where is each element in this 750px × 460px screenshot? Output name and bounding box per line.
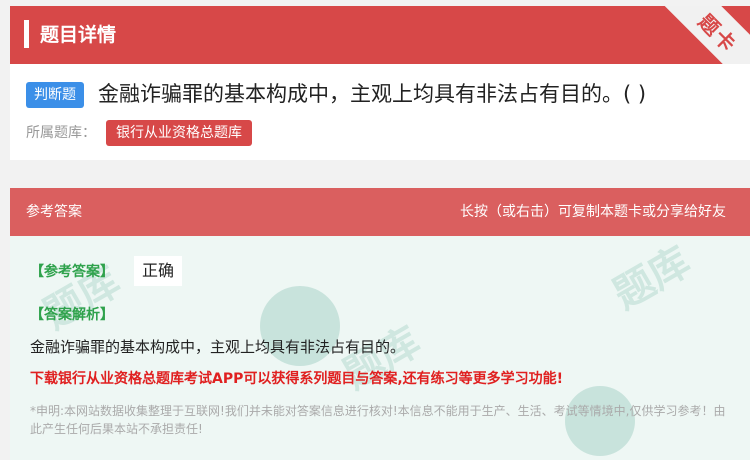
explanation-text: 金融诈骗罪的基本构成中，主观上均具有非法占有目的。: [30, 338, 406, 356]
answer-value: 正确: [134, 256, 183, 286]
corner-badge-label: 题卡: [693, 9, 742, 58]
share-hint: 长按（或右击）可复制本题卡或分享给好友: [460, 204, 726, 220]
question-type-tag: 判断题: [26, 82, 84, 108]
library-tag[interactable]: 银行从业资格总题库: [106, 120, 252, 146]
answer-label: 【参考答案】: [30, 264, 114, 280]
explanation-label: 【答案解析】: [30, 307, 114, 323]
answer-header: 参考答案 长按（或右击）可复制本题卡或分享给好友: [10, 188, 750, 236]
page-header: 题目详情 题卡: [10, 6, 750, 64]
page-title: 题目详情: [40, 24, 117, 46]
watermark-icon: 题库: [605, 238, 699, 319]
library-label: 所属题库：: [26, 125, 96, 141]
header-accent-bar: [24, 20, 29, 48]
disclaimer-text: *申明:本网站数据收集整理于互联网!我们并未能对答案信息进行核对!本信息不能用于…: [30, 404, 726, 436]
answer-body: 题库 题库 题库 【参考答案】 正确 【答案解析】 金融诈骗罪的基本构成中，主观…: [10, 236, 750, 460]
app-download-link[interactable]: 下载银行从业资格总题库考试APP可以获得系列题目与答案,还有练习等更多学习功能!: [30, 368, 563, 388]
question-text: 金融诈骗罪的基本构成中，主观上均具有非法占有目的。( ): [98, 82, 647, 106]
question-card: 判断题 金融诈骗罪的基本构成中，主观上均具有非法占有目的。( ) 所属题库： 银…: [10, 64, 750, 160]
answer-header-title: 参考答案: [26, 204, 82, 220]
corner-badge: 题卡: [658, 6, 750, 64]
